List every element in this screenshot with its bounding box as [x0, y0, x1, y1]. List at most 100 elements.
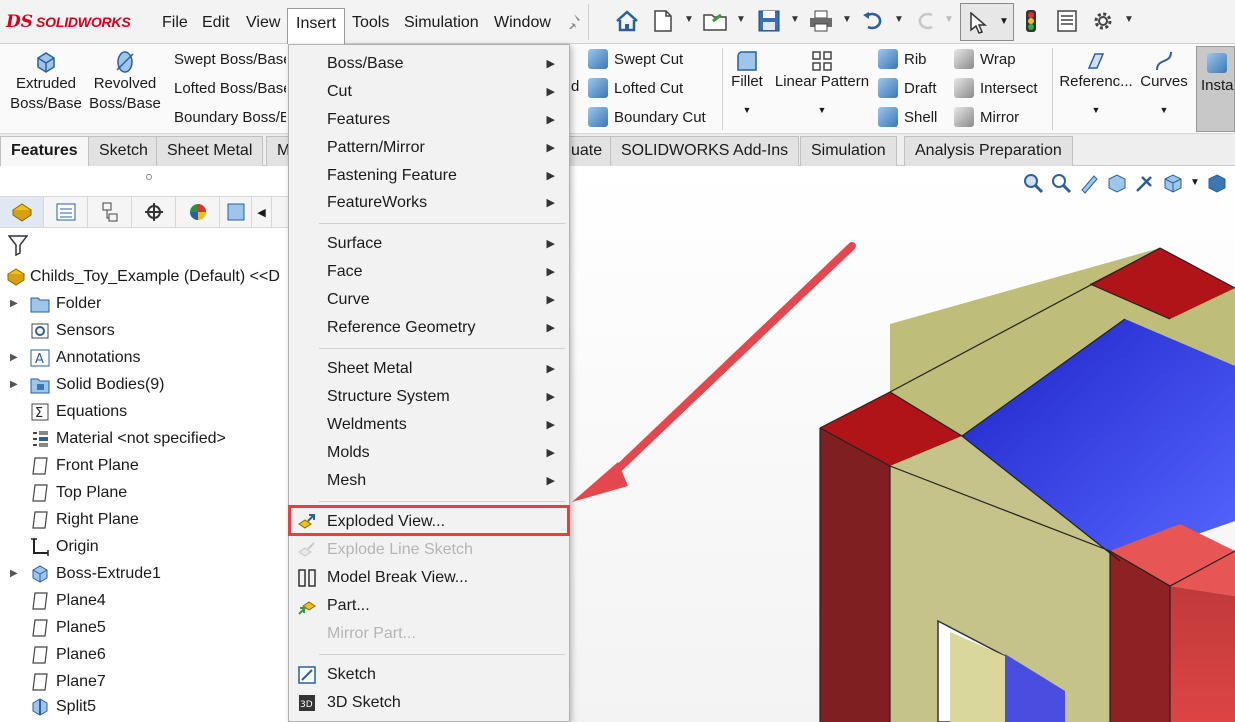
extra-panel-tab[interactable]	[220, 197, 252, 227]
tree-item-plane7[interactable]: Plane7	[0, 668, 290, 695]
zoom-to-fit-icon[interactable]	[1022, 172, 1044, 199]
tree-item-solid-bodies[interactable]: ▶ Solid Bodies(9)	[0, 371, 290, 398]
draft-button[interactable]: Draft	[878, 75, 948, 101]
undo-icon[interactable]	[860, 8, 886, 34]
print-icon[interactable]	[808, 8, 834, 34]
menu-item-structure-system[interactable]: Structure System▶	[289, 383, 569, 411]
zoom-to-area-icon[interactable]	[1050, 172, 1072, 199]
tree-item-right-plane[interactable]: Right Plane	[0, 506, 290, 533]
menu-item-3d-sketch[interactable]: 3D 3D Sketch	[289, 689, 569, 717]
tree-item-front-plane[interactable]: Front Plane	[0, 452, 290, 479]
tree-item-origin[interactable]: Origin	[0, 533, 290, 560]
filter-icon[interactable]	[8, 234, 28, 261]
curves-button[interactable]: Curves ▼	[1138, 50, 1190, 120]
menu-item-model-break-view[interactable]: Model Break View...	[289, 564, 569, 592]
menu-item-boss-base[interactable]: Boss/Base▶	[289, 50, 569, 78]
chevron-down-icon[interactable]: ▼	[894, 14, 904, 25]
tab-solidworks-addins[interactable]: SOLIDWORKS Add-Ins	[610, 136, 799, 166]
menu-item-pattern-mirror[interactable]: Pattern/Mirror▶	[289, 134, 569, 162]
menu-item-featureworks[interactable]: FeatureWorks▶	[289, 189, 569, 217]
rib-button[interactable]: Rib	[878, 46, 948, 72]
chevron-down-icon[interactable]: ▼	[1190, 172, 1200, 199]
rebuild-traffic-light-icon[interactable]	[1018, 8, 1044, 34]
instant3d-button[interactable]: Insta	[1196, 46, 1235, 132]
tree-item-plane4[interactable]: Plane4	[0, 587, 290, 614]
tab-sketch[interactable]: Sketch	[88, 136, 159, 166]
gear-icon[interactable]	[1090, 8, 1116, 34]
menu-window[interactable]: Window	[486, 8, 559, 38]
chevron-down-icon[interactable]: ▼	[842, 14, 852, 25]
chevron-down-icon[interactable]: ▼	[790, 14, 800, 25]
graphics-viewport[interactable]: ▼	[570, 166, 1235, 722]
menu-item-fastening-feature[interactable]: Fastening Feature▶	[289, 162, 569, 190]
file-properties-icon[interactable]	[1054, 8, 1080, 34]
pin-icon[interactable]	[560, 8, 586, 34]
save-icon[interactable]	[756, 8, 782, 34]
menu-item-part[interactable]: Part...	[289, 592, 569, 620]
swept-cut-button[interactable]: Swept Cut	[588, 46, 718, 72]
boundary-cut-button[interactable]: Boundary Cut	[588, 104, 718, 130]
select-tool-group[interactable]: ▼	[960, 3, 1014, 41]
menu-file[interactable]: File	[154, 8, 196, 38]
mirror-button[interactable]: Mirror	[954, 104, 1050, 130]
linear-pattern-button[interactable]: Linear Pattern ▼	[772, 50, 872, 120]
lofted-boss-button[interactable]: Lofted Boss/Base	[168, 75, 286, 101]
tree-item-top-plane[interactable]: Top Plane	[0, 479, 290, 506]
tree-item-plane6[interactable]: Plane6	[0, 641, 290, 668]
menu-item-curve[interactable]: Curve▶	[289, 286, 569, 314]
menu-edit[interactable]: Edit	[194, 8, 238, 38]
revolved-boss-button[interactable]: Revolved Boss/Base	[88, 50, 162, 114]
menu-item-reference-geometry[interactable]: Reference Geometry▶	[289, 314, 569, 342]
section-view-icon[interactable]	[1106, 172, 1128, 199]
tree-item-sensors[interactable]: Sensors	[0, 317, 290, 344]
tree-root[interactable]: Childs_Toy_Example (Default) <<D	[0, 263, 290, 290]
wrap-button[interactable]: Wrap	[954, 46, 1050, 72]
open-folder-icon[interactable]	[702, 8, 728, 34]
chevron-down-icon[interactable]: ▼	[1124, 14, 1134, 25]
dynamic-annotation-icon[interactable]	[1134, 172, 1156, 199]
chevron-left-icon[interactable]: ◀	[252, 197, 272, 227]
feature-manager-tab[interactable]	[0, 197, 44, 227]
display-manager-tab[interactable]	[176, 197, 220, 227]
chevron-down-icon[interactable]: ▼	[736, 14, 746, 25]
tab-features[interactable]: Features	[0, 136, 89, 166]
menu-item-surface[interactable]: Surface▶	[289, 230, 569, 258]
tree-item-split5[interactable]: Split5	[0, 693, 290, 720]
menu-item-face[interactable]: Face▶	[289, 258, 569, 286]
swept-boss-button[interactable]: Swept Boss/Base	[168, 46, 286, 72]
menu-item-molds[interactable]: Molds▶	[289, 439, 569, 467]
menu-simulation[interactable]: Simulation	[396, 8, 487, 38]
tree-item-boss-extrude1[interactable]: ▶ Boss-Extrude1	[0, 560, 290, 587]
tree-item-folder[interactable]: ▶ Folder	[0, 290, 290, 317]
configuration-manager-tab[interactable]	[88, 197, 132, 227]
previous-view-icon[interactable]	[1078, 172, 1100, 199]
menu-view[interactable]: View	[238, 8, 288, 38]
tab-sheet-metal[interactable]: Sheet Metal	[156, 136, 263, 166]
home-icon[interactable]	[614, 8, 640, 34]
tree-item-equations[interactable]: Σ Equations	[0, 398, 290, 425]
boundary-boss-button[interactable]: Boundary Boss/Base	[168, 104, 286, 130]
chevron-down-icon[interactable]: ▼	[684, 14, 694, 25]
menu-item-weldments[interactable]: Weldments▶	[289, 411, 569, 439]
dimxpert-tab[interactable]	[132, 197, 176, 227]
menu-insert[interactable]: Insert	[287, 8, 345, 44]
menu-item-sheet-metal[interactable]: Sheet Metal▶	[289, 355, 569, 383]
menu-tools[interactable]: Tools	[344, 8, 397, 38]
shell-button[interactable]: Shell	[878, 104, 948, 130]
view-orientation-icon[interactable]	[1162, 172, 1184, 199]
fillet-button[interactable]: Fillet ▼	[728, 50, 766, 120]
new-document-icon[interactable]	[650, 8, 676, 34]
tree-item-annotations[interactable]: ▶ A Annotations	[0, 344, 290, 371]
menu-item-sketch[interactable]: Sketch	[289, 661, 569, 689]
lofted-cut-button[interactable]: Lofted Cut	[588, 75, 718, 101]
property-manager-tab[interactable]	[44, 197, 88, 227]
menu-item-mesh[interactable]: Mesh▶	[289, 467, 569, 495]
display-style-icon[interactable]	[1206, 172, 1228, 199]
tree-item-plane5[interactable]: Plane5	[0, 614, 290, 641]
extruded-boss-button[interactable]: Extruded Boss/Base	[8, 50, 84, 114]
panel-splitter-handle[interactable]	[146, 174, 152, 180]
tab-analysis-preparation[interactable]: Analysis Preparation	[904, 136, 1073, 166]
menu-item-features[interactable]: Features▶	[289, 106, 569, 134]
tree-item-material[interactable]: Material <not specified>	[0, 425, 290, 452]
menu-item-cut[interactable]: Cut▶	[289, 78, 569, 106]
